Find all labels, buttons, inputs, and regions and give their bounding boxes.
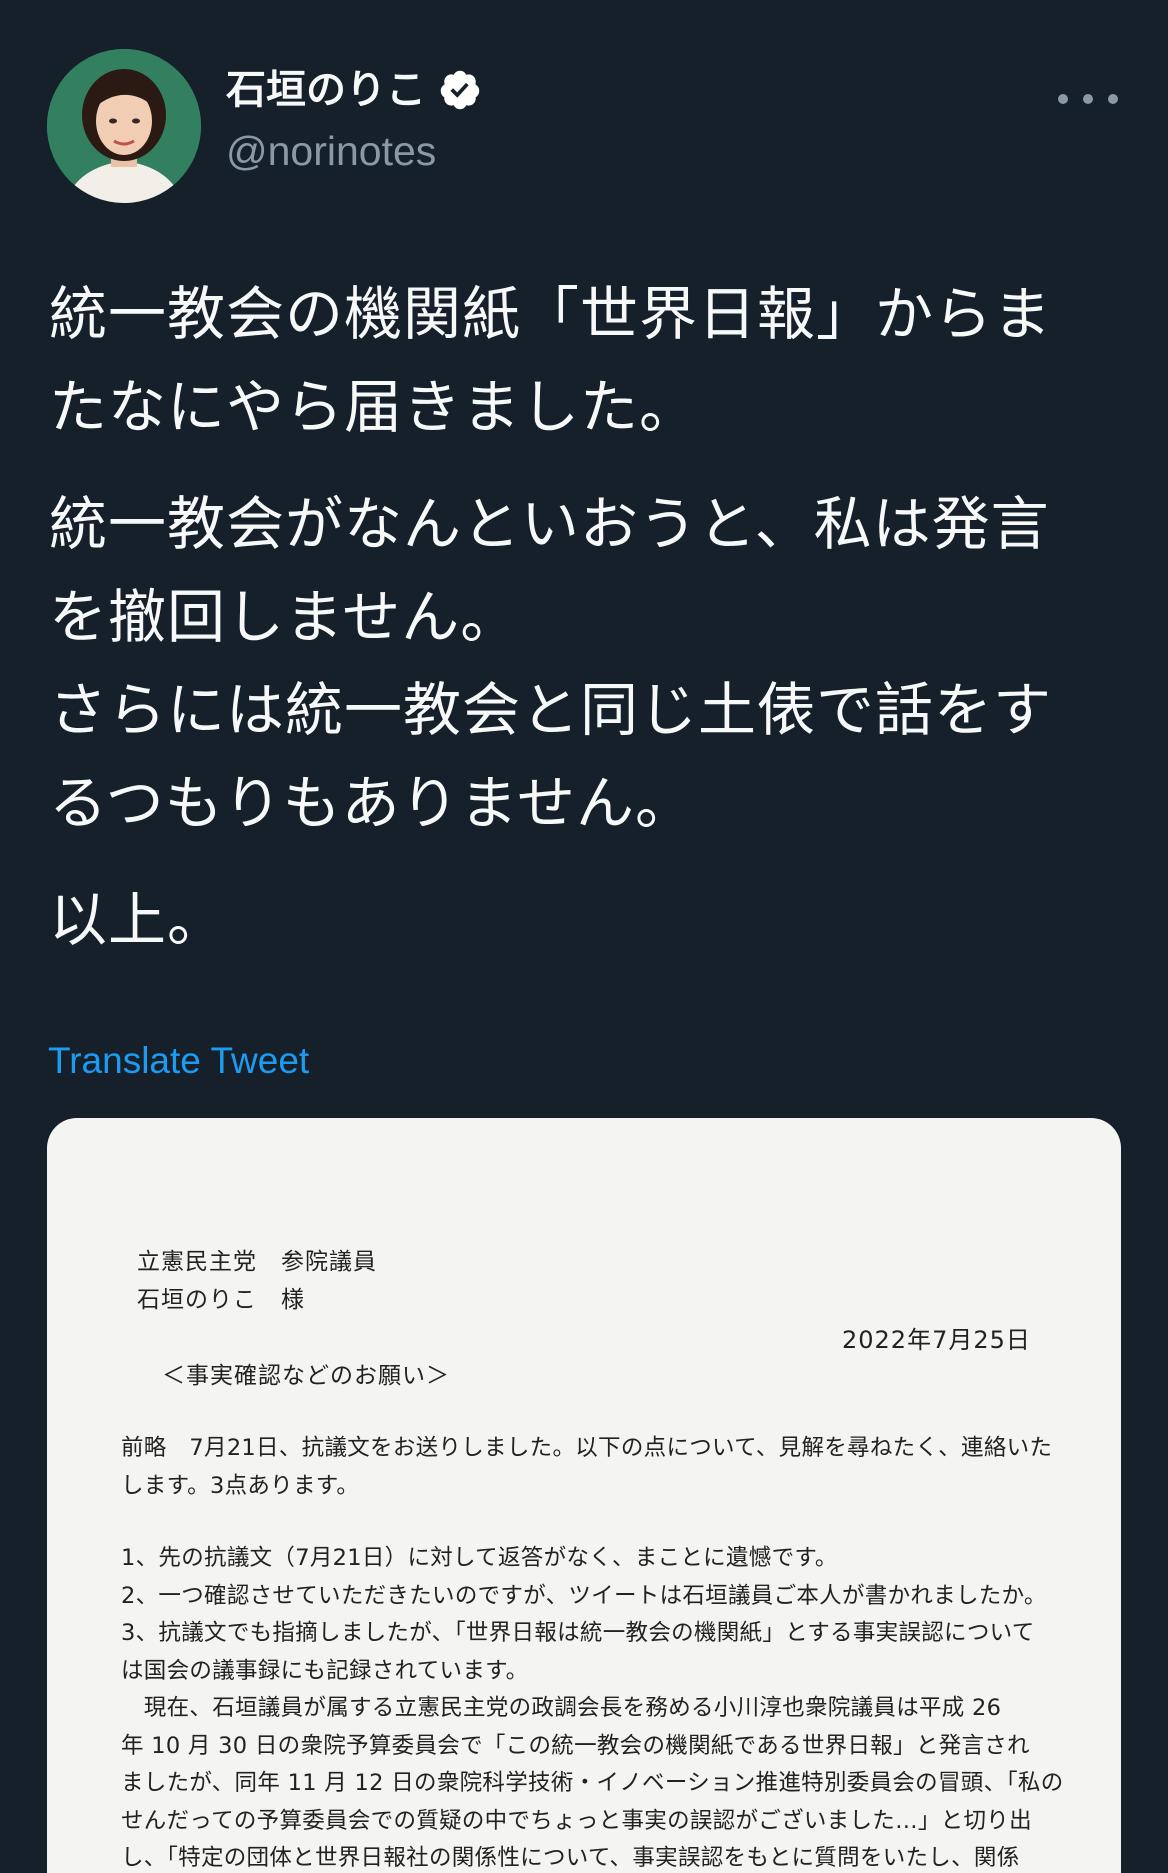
verified-badge-icon [440,70,480,110]
letter-line: 前略 7月21日、抗議文をお送りしました。以下の点について、見解を尋ねたく、連絡… [121,1435,1053,1461]
letter-addressee-name: 石垣のりこ 様 [137,1287,305,1313]
tweet-text: 統一教会の機関紙「世界日報」からま たなにやら届きました。 統一教会がなんといお… [49,268,1129,967]
author-avatar[interactable] [47,49,201,203]
more-horizontal-icon [1058,94,1068,104]
tweet-line: たなにやら届きました。 [49,373,699,441]
tweet-line: 統一教会の機関紙「世界日報」からま [49,280,1053,348]
author-display-name[interactable]: 石垣のりこ [226,70,426,110]
letter-line: 3、抗議文でも指摘しましたが、「世界日報は統一教会の機関紙」とする事実誤認につい… [121,1620,1035,1646]
letter-line: 2、一つ確認させていただきたいのですが、ツイートは石垣議員ご本人が書かれましたか… [121,1582,1047,1609]
letter-date: 2022年7月25日 [842,1326,1031,1354]
letter-body: 前略 7月21日、抗議文をお送りしました。以下の点について、見解を尋ねたく、連絡… [121,1430,1064,1873]
tweet-line: 以上。 [49,886,227,954]
letter-line: します。3点あります。 [121,1472,360,1499]
letter-addressee-party: 立憲民主党 参院議員 [137,1249,377,1275]
profile-photo [47,49,201,203]
tweet-line: 統一教会がなんといおうと、私は発言 [49,490,1050,558]
more-dot [1108,94,1118,104]
tweet-line: さらには統一教会と同じ土俵で話をす [49,676,1053,744]
tweet-line: を撤回しません。 [49,583,520,651]
tweet-paragraph: 統一教会の機関紙「世界日報」からま たなにやら届きました。 [49,268,1129,454]
tweet-media-image[interactable]: 立憲民主党 参院議員 石垣のりこ 様 2022年7月25日 ＜事実確認などのお願… [47,1118,1121,1873]
more-dot [1083,94,1093,104]
letter-line: せんだっての予算委員会での質疑の中でちょっと事実の誤認がございました…」と切り出 [121,1807,1032,1834]
tweet-paragraph: 統一教会がなんといおうと、私は発言 を撤回しません。 さらには統一教会と同じ土俵… [49,478,1129,850]
translate-tweet-link[interactable]: Translate Tweet [48,1040,309,1082]
more-options-button[interactable] [1058,84,1118,114]
tweet: 石垣のりこ @norinotes 統一教会の機関紙「世界日報」からま たなにやら… [0,0,1168,1873]
tweet-line: るつもりもありません。 [49,769,694,837]
author-handle[interactable]: @norinotes [226,131,436,172]
tweet-paragraph: 以上。 [49,874,1129,967]
letter-line: 1、先の抗議文（7月21日）に対して返答がなく、まことに遺憾です。 [121,1545,838,1571]
letter-line: 年 10 月 30 日の衆院予算委員会で「この統一教会の機関紙である世界日報」と… [121,1732,1030,1759]
letter-line: し、「特定の団体と世界日報社の関係性について、事実誤認をもとに質問をいたし、関係 [121,1845,1020,1871]
author-name-row: 石垣のりこ [226,68,482,112]
letter-line: ましたが、同年 11 月 12 日の衆院科学技術・イノベーション推進特別委員会の… [121,1770,1064,1796]
letter-subject: ＜事実確認などのお願い＞ [162,1363,450,1389]
letter-gap [121,1505,1041,1540]
letter-document: 立憲民主党 参院議員 石垣のりこ 様 2022年7月25日 ＜事実確認などのお願… [47,1118,1121,1873]
letter-line: 現在、石垣議員が属する立憲民主党の政調会長を務める小川淳也衆院議員は平成 26 [121,1695,1002,1721]
letter-line: は国会の議事録にも記録されています。 [121,1657,529,1684]
